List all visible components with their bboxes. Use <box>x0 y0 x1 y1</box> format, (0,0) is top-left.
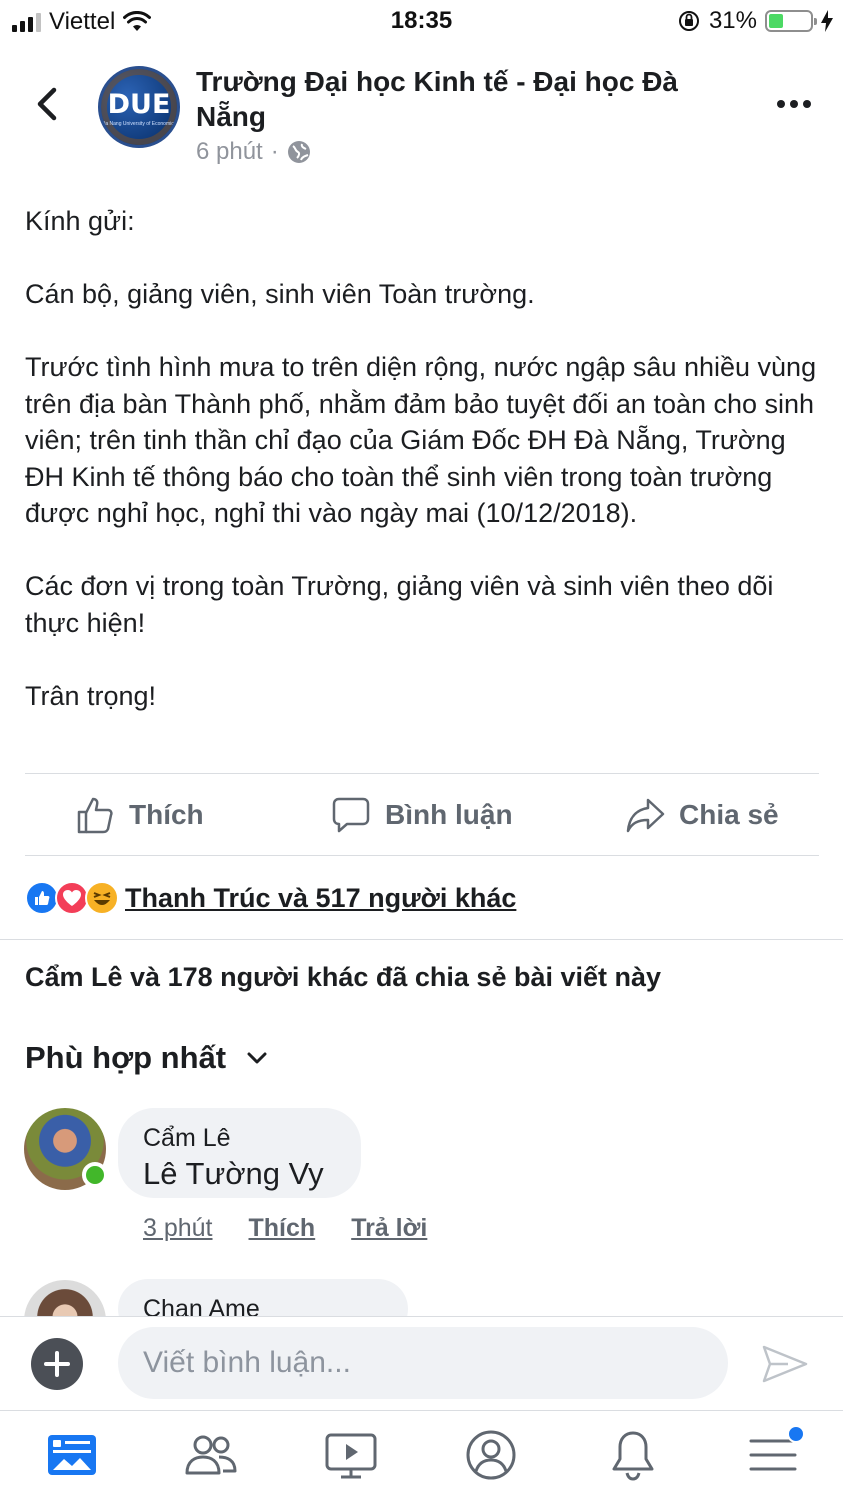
share-button[interactable]: Chia sẻ <box>625 774 779 856</box>
post-paragraph-1: Trước tình hình mưa to trên diện rộng, n… <box>25 352 817 528</box>
comment-author[interactable]: Cẩm Lê <box>143 1124 231 1153</box>
comment-time[interactable]: 3 phút <box>143 1214 213 1243</box>
comment-button[interactable]: Bình luận <box>331 774 513 856</box>
comment-text: Lê Tường Vy <box>143 1156 324 1191</box>
news-feed-icon[interactable] <box>44 1427 100 1483</box>
chevron-down-icon <box>247 1052 267 1064</box>
like-icon <box>25 881 59 915</box>
comment-actions: 3 phút Thích Trả lời <box>143 1214 427 1243</box>
online-status-dot <box>82 1162 108 1188</box>
more-options-button[interactable] <box>777 94 813 114</box>
notifications-icon[interactable] <box>605 1427 661 1483</box>
friends-icon[interactable] <box>183 1427 239 1483</box>
avatar-logo-text: DUE <box>107 89 171 120</box>
thumbs-up-icon <box>77 797 113 834</box>
post-time[interactable]: 6 phút <box>196 138 263 166</box>
menu-notification-badge <box>787 1425 805 1443</box>
battery-icon <box>765 10 817 32</box>
avatar-logo-subtext: Da Nang University of Economics <box>101 121 177 127</box>
reactions-count-text[interactable]: Thanh Trúc và 517 người khác <box>125 883 516 914</box>
comment-reply-link[interactable]: Trả lời <box>351 1214 427 1243</box>
back-button[interactable] <box>28 82 68 126</box>
globe-icon <box>287 141 310 163</box>
profile-icon[interactable] <box>463 1427 519 1483</box>
sort-label: Phù hợp nhất <box>25 1040 227 1075</box>
orientation-lock-icon <box>678 11 699 31</box>
status-bar: Viettel 18:35 31% <box>0 0 843 44</box>
divider <box>25 855 819 856</box>
page-name[interactable]: Trường Đại học Kinh tế - Đại học Đà Nẵng <box>196 64 716 134</box>
post-closing: Trân trọng! <box>25 680 157 711</box>
comment-sort-dropdown[interactable]: Phù hợp nhất <box>25 1040 268 1076</box>
love-icon <box>55 881 89 915</box>
charging-icon <box>821 10 833 32</box>
like-label: Thích <box>129 799 204 830</box>
comment-like-link[interactable]: Thích <box>249 1214 316 1243</box>
comment-input[interactable] <box>118 1327 728 1399</box>
send-button[interactable] <box>760 1341 810 1387</box>
post-meta: 6 phút · <box>196 138 311 166</box>
share-label: Chia sẻ <box>679 799 779 830</box>
add-attachment-button[interactable] <box>31 1338 83 1390</box>
page-avatar[interactable]: DUE Da Nang University of Economics <box>98 66 180 148</box>
post-greeting: Kính gửi: <box>25 206 135 236</box>
reaction-icons <box>25 881 119 915</box>
status-right: 31% <box>677 7 833 35</box>
comment-composer <box>0 1316 843 1410</box>
comment-bubble[interactable]: Cẩm Lê Lê Tường Vy <box>118 1108 361 1198</box>
post-header: DUE Da Nang University of Economics Trườ… <box>0 56 843 176</box>
share-arrow-icon <box>626 798 665 833</box>
haha-icon <box>85 881 119 915</box>
section-divider <box>0 939 843 940</box>
reactions-summary[interactable]: Thanh Trúc và 517 người khác <box>25 878 516 918</box>
post-recipients: Cán bộ, giảng viên, sinh viên Toàn trườn… <box>25 279 535 309</box>
post-body: Kính gửi: Cán bộ, giảng viên, sinh viên … <box>25 203 825 714</box>
like-button[interactable]: Thích <box>75 774 204 856</box>
battery-percent: 31% <box>708 7 757 34</box>
bottom-tab-bar <box>0 1410 843 1499</box>
comment-label: Bình luận <box>385 799 513 830</box>
post-action-bar: Thích Bình luận Chia sẻ <box>25 774 819 856</box>
shares-summary[interactable]: Cẩm Lê và 178 người khác đã chia sẻ bài … <box>25 962 661 993</box>
watch-icon[interactable] <box>323 1427 379 1483</box>
meta-separator: · <box>270 138 279 165</box>
comment-bubble-icon <box>332 797 370 833</box>
post-paragraph-2: Các đơn vị trong toàn Trường, giảng viên… <box>25 571 774 638</box>
